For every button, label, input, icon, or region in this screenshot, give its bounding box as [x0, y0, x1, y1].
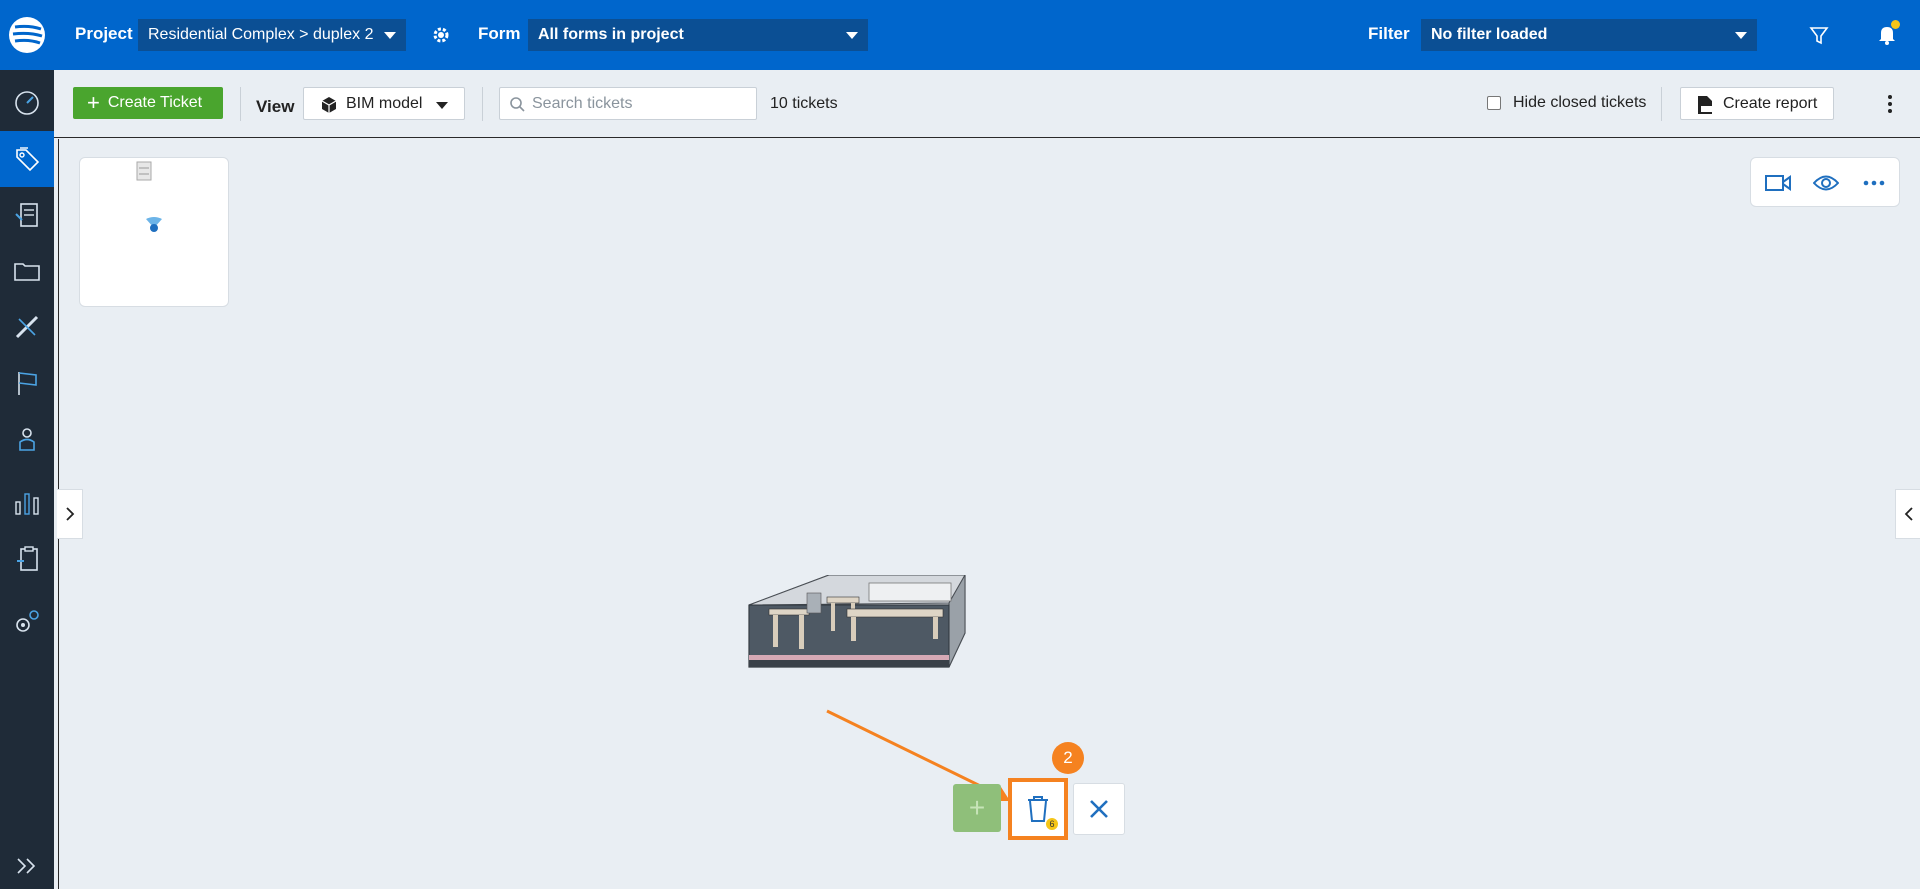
notification-dot — [1891, 20, 1900, 29]
filter-select-value: No filter loaded — [1431, 26, 1548, 43]
sidebar — [0, 0, 54, 889]
view-select-value: BIM model — [346, 94, 423, 112]
chevron-down-icon — [436, 102, 448, 109]
measure-tools-icon — [15, 315, 39, 339]
filter-funnel-icon[interactable] — [1808, 24, 1830, 46]
close-x-icon — [1090, 800, 1108, 818]
close-button[interactable] — [1073, 783, 1125, 835]
view-label: View — [256, 97, 295, 116]
divider — [482, 87, 483, 121]
sidebar-item-settings[interactable] — [0, 593, 54, 649]
toolbar: + Create Ticket View BIM model 10 ticket… — [54, 70, 1920, 138]
app-logo-icon — [9, 17, 45, 53]
delete-count-badge: 6 — [1046, 818, 1058, 830]
sidebar-item-measure[interactable] — [0, 299, 54, 355]
sidebar-item-contacts[interactable] — [0, 411, 54, 467]
form-label: Form — [478, 24, 521, 43]
hide-closed-toggle[interactable]: Hide closed tickets — [1487, 94, 1646, 112]
folder-icon — [14, 263, 40, 281]
tickets-tags-icon — [16, 147, 40, 172]
settings-gears-icon — [16, 610, 39, 632]
chevron-left-icon — [1904, 507, 1913, 521]
create-ticket-label: Create Ticket — [107, 94, 203, 111]
form-select[interactable]: All forms in project — [528, 19, 868, 51]
viewport-tools — [1750, 157, 1900, 207]
sidebar-item-reports[interactable] — [0, 475, 54, 531]
expand-sidebar-icon — [17, 858, 36, 874]
right-panel-toggle[interactable] — [1895, 489, 1920, 539]
minimap[interactable] — [79, 157, 229, 307]
create-report-button[interactable]: Create report — [1680, 87, 1834, 120]
project-select[interactable]: Residential Complex > duplex 2 — [138, 19, 406, 51]
user-contact-icon — [19, 428, 35, 451]
forms-documents-icon — [15, 203, 38, 227]
pdf-file-icon — [1698, 96, 1712, 114]
tickets-count: 10 tickets — [770, 95, 838, 112]
search-box[interactable] — [499, 87, 757, 120]
more-dots-icon — [1863, 180, 1885, 186]
dashboard-gauge-icon — [15, 91, 39, 115]
minimap-floorplan-icon — [136, 161, 152, 181]
sidebar-item-documents[interactable] — [0, 243, 54, 299]
plus-icon: + — [87, 90, 100, 115]
hide-closed-label: Hide closed tickets — [1513, 94, 1647, 111]
sidebar-expand[interactable] — [0, 838, 54, 889]
divider — [1661, 87, 1662, 121]
flag-map-icon — [18, 372, 37, 395]
bim-viewport[interactable] — [57, 139, 1920, 889]
sidebar-item-tickets[interactable] — [0, 131, 54, 187]
camera-video-icon — [1765, 175, 1791, 191]
step-number-badge: 2 — [1052, 742, 1084, 774]
chevron-down-icon — [384, 32, 396, 39]
delete-button-highlight[interactable]: 6 — [1008, 778, 1068, 840]
divider — [240, 87, 241, 121]
project-label: Project — [75, 24, 133, 43]
bim-model-render[interactable] — [747, 575, 967, 675]
project-select-value: Residential Complex > duplex 2 — [148, 26, 374, 43]
camera-button[interactable] — [1763, 168, 1793, 198]
sidebar-item-flags[interactable] — [0, 355, 54, 411]
more-options-icon[interactable] — [1880, 92, 1900, 116]
sidebar-item-dashboard[interactable] — [0, 75, 54, 131]
create-ticket-button[interactable]: + Create Ticket — [73, 87, 223, 119]
delete-button[interactable]: 6 — [1015, 785, 1061, 833]
chevron-down-icon — [1735, 32, 1747, 39]
chevron-down-icon — [846, 32, 858, 39]
chevron-right-icon — [65, 507, 74, 521]
plus-icon: + — [968, 792, 986, 823]
left-panel-toggle[interactable] — [57, 489, 83, 539]
filter-label: Filter — [1368, 24, 1410, 43]
app-logo[interactable] — [0, 0, 54, 70]
top-bar: Project Residential Complex > duplex 2 F… — [54, 0, 1920, 70]
eye-visibility-icon — [1813, 175, 1839, 191]
cube-icon — [321, 97, 337, 113]
sidebar-item-tasks[interactable] — [0, 531, 54, 587]
visibility-button[interactable] — [1811, 168, 1841, 198]
bar-chart-icon — [15, 493, 39, 515]
search-icon — [510, 97, 525, 112]
sidebar-item-forms[interactable] — [0, 187, 54, 243]
camera-position-icon — [146, 217, 162, 232]
hide-closed-checkbox[interactable] — [1487, 96, 1501, 110]
create-report-label: Create report — [1723, 94, 1818, 112]
clipboard-icon — [17, 546, 38, 571]
search-input[interactable] — [532, 88, 752, 119]
add-button[interactable]: + — [953, 784, 1001, 832]
settings-gear-icon[interactable] — [430, 24, 452, 46]
view-select[interactable]: BIM model — [303, 87, 465, 120]
filter-select[interactable]: No filter loaded — [1421, 19, 1757, 51]
more-button[interactable] — [1859, 168, 1889, 198]
form-select-value: All forms in project — [538, 26, 684, 43]
